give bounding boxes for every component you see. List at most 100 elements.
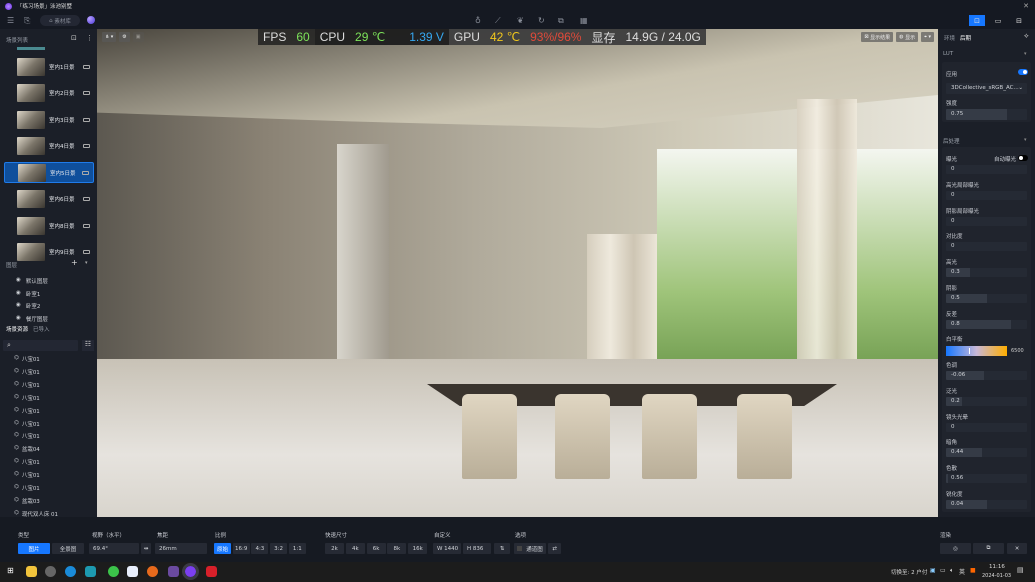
material-library-button[interactable]: ⌂ 素材库 [40, 15, 80, 26]
collapse-icon[interactable]: ▾ [85, 260, 88, 266]
size-option[interactable]: 6k [366, 543, 386, 554]
scene-item[interactable]: 室内1日景 [4, 56, 94, 77]
close-render-button[interactable]: ✕ [1007, 543, 1027, 554]
white-balance-slider[interactable] [946, 346, 1007, 356]
eye-icon[interactable]: ◉ [16, 302, 21, 310]
collapse-icon[interactable]: ▾ [1024, 51, 1027, 57]
scene-item[interactable]: 室内6日景 [4, 189, 94, 210]
asset-item[interactable]: ⌬ 盆栽04 [14, 445, 40, 453]
corona-icon[interactable] [147, 566, 158, 577]
show-results-button[interactable]: ⊠ 显示结果 [861, 32, 894, 42]
param-slider[interactable]: 0 [946, 165, 1027, 174]
windows-start-icon[interactable]: ⊞ [7, 566, 14, 575]
input-language[interactable]: 英 [959, 567, 965, 576]
render-queue-button[interactable]: ⧉ [973, 543, 1004, 554]
camera-icon[interactable] [83, 197, 90, 201]
asset-item[interactable]: ⌬ 八宝01 [14, 432, 40, 440]
param-slider[interactable]: -0.06 [946, 371, 1027, 380]
eye-icon[interactable]: ◉ [16, 290, 21, 298]
param-slider[interactable]: 0 [946, 190, 1027, 200]
tab-environment[interactable]: 环境 [944, 34, 955, 42]
width-input[interactable]: W 1440 [433, 543, 461, 554]
add-scene-icon[interactable]: ⊡ [71, 34, 77, 42]
leaf-icon[interactable]: ❦ [517, 16, 524, 25]
param-slider[interactable]: 0 [946, 422, 1027, 432]
bulb-icon[interactable]: ♁ [475, 16, 481, 25]
fov-input[interactable]: 69.4° [89, 543, 139, 554]
list-view-button[interactable]: ☷ [82, 340, 94, 351]
collapse-icon[interactable]: ▾ [1024, 137, 1027, 143]
param-slider[interactable]: 0.44 [946, 448, 1027, 458]
auto-exposure-toggle[interactable] [1018, 155, 1028, 161]
tab-imported[interactable]: 已导入 [33, 325, 50, 333]
tray-app-icon[interactable]: ▣ [930, 567, 936, 574]
camera-icon[interactable] [83, 144, 90, 148]
param-slider[interactable]: 0 [946, 216, 1027, 226]
close-window-icon[interactable]: ✕ [1023, 2, 1029, 10]
param-slider[interactable]: 0.56 [946, 474, 1027, 484]
display-button[interactable]: ◍ 显示 [896, 32, 919, 42]
ratio-option[interactable]: 4:3 [251, 543, 269, 554]
asset-search-input[interactable]: ⌕ [3, 340, 78, 351]
camera-icon[interactable] [82, 170, 89, 175]
asset-item[interactable]: ⌬ 八宝01 [14, 394, 40, 402]
camera-icon[interactable] [83, 117, 90, 122]
asset-item[interactable]: ⌬ 八宝01 [14, 381, 40, 389]
lut-select[interactable]: 3DCollective_sRGB_AC... ⌄ [946, 83, 1027, 94]
ratio-option[interactable]: 16:9 [232, 543, 250, 554]
clock-date[interactable]: 2024-01-03 [982, 573, 1011, 579]
asset-item[interactable]: ⌬ 盆栽03 [14, 497, 40, 505]
video-button[interactable]: ▭ [990, 15, 1006, 26]
intensity-slider[interactable]: 0.75 [946, 109, 1027, 120]
photoshop-icon[interactable] [127, 566, 138, 577]
focal-input[interactable]: 26mm [155, 543, 207, 554]
browser-icon[interactable] [108, 566, 119, 577]
view-mode-dropdown[interactable]: ⋔ ▾ [102, 32, 117, 42]
notification-icon[interactable]: ▤ [1017, 566, 1024, 574]
eye-icon[interactable]: ◉ [16, 277, 21, 285]
import-icon[interactable]: ⎘ [24, 16, 30, 26]
scene-item[interactable]: 室内8日景 [4, 215, 94, 236]
render-image-button[interactable]: ⊡ [969, 15, 985, 26]
options-settings-icon[interactable]: ⇄ [548, 543, 561, 554]
layer-item[interactable]: ◉ 默认图层 [16, 277, 48, 285]
screenshot-icon[interactable] [206, 566, 217, 577]
ratio-option[interactable]: 3:2 [270, 543, 288, 554]
param-slider[interactable]: 0.5 [946, 294, 1027, 303]
param-slider[interactable]: 0.04 [946, 500, 1027, 509]
camera-icon[interactable] [83, 91, 90, 95]
layer-item[interactable]: ◉ 卧室1 [16, 290, 40, 298]
grid-icon[interactable]: ▦ [580, 16, 588, 25]
ratio-option[interactable]: 原始 [214, 543, 231, 554]
type-pano-button[interactable]: 全景图 [52, 543, 84, 554]
size-option[interactable]: 16k [408, 543, 428, 554]
scene-item[interactable]: 室内2日景 [4, 83, 94, 104]
fov-link-icon[interactable]: ⇹ [141, 543, 151, 554]
ai-orb-icon[interactable] [87, 16, 95, 24]
asset-item[interactable]: ⌬ 八宝01 [14, 484, 40, 492]
apply-toggle[interactable] [1018, 69, 1028, 75]
scene-item[interactable]: 室内5日景 [4, 162, 94, 183]
tray-text[interactable]: 切换至: 2 户付 ^ [891, 568, 934, 576]
clock-time[interactable]: 11:16 [989, 564, 1005, 570]
asset-item[interactable]: ⌬ 八宝01 [14, 420, 40, 428]
app-icon[interactable] [45, 566, 56, 577]
channel-checkbox[interactable]: 通道图 [514, 543, 546, 554]
file-explorer-icon[interactable] [26, 566, 37, 577]
height-input[interactable]: H 836 [463, 543, 491, 554]
param-slider[interactable]: 0.2 [946, 396, 1027, 406]
asset-item[interactable]: ⌬ 八宝01 [14, 368, 40, 376]
camera-add-icon[interactable]: ⧉ [558, 16, 564, 26]
param-slider[interactable]: 0 [946, 242, 1027, 252]
path-icon[interactable]: ⟋ [495, 16, 501, 26]
vray-icon[interactable] [65, 566, 76, 577]
asset-item[interactable]: ⌬ 八宝01 [14, 407, 40, 415]
tab-scene-assets[interactable]: 场景资源 [6, 325, 28, 333]
network-icon[interactable]: ▭ [940, 567, 946, 574]
d5-render-icon[interactable] [182, 563, 199, 580]
tray-app-icon[interactable]: ■ [970, 567, 976, 574]
type-image-button[interactable]: 图片 [18, 543, 50, 554]
ratio-option[interactable]: 1:1 [288, 543, 306, 554]
layer-item[interactable]: ◉ 卧室2 [16, 302, 40, 310]
app-icon[interactable] [168, 566, 179, 577]
